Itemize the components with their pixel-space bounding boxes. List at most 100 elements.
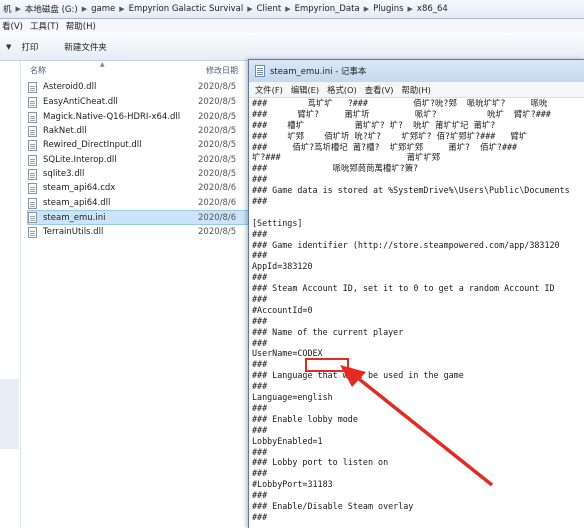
explorer-menubar: 看(V) 工具(T) 帮助(H)	[0, 19, 584, 33]
column-date[interactable]: 修改日期	[206, 65, 238, 76]
breadcrumb-item[interactable]: 本地磁盘 (G:)	[22, 3, 81, 15]
text-line: ### Game identifier (http://store.steamp…	[252, 239, 560, 250]
text-line: ### 佰圹?茑圻槽圮 莆?槽? 圹鄈圹鄈 莆圹? 佰圹?###	[252, 141, 518, 152]
notepad-titlebar[interactable]: steam_emu.ini - 记事本	[249, 60, 584, 82]
file-date: 2020/8/6	[198, 198, 237, 208]
dll-file-icon	[28, 111, 37, 123]
annotation-arrow-icon	[340, 365, 494, 487]
text-line: ###	[252, 294, 268, 305]
text-line: ### Name of the current player	[252, 326, 404, 337]
notepad-menubar: 文件(F) 编辑(E) 格式(O) 查看(V) 帮助(H)	[249, 82, 584, 98]
menu-edit[interactable]: 编辑(E)	[291, 84, 319, 96]
text-line: ### Enable/Disable Steam overlay	[252, 500, 414, 511]
text-line: ### 臂圹? 莆圹圻 哌圹? 吮圹 臂圹?###	[252, 108, 551, 119]
text-line: ### Game data is stored at %SystemDrive%…	[252, 185, 570, 196]
chevron-right-icon: ▶	[407, 5, 413, 13]
file-date: 2020/8/5	[198, 227, 237, 237]
dll-file-icon	[28, 139, 37, 151]
file-date: 2020/8/6	[198, 183, 237, 193]
breadcrumb-item[interactable]: game	[88, 4, 118, 14]
text-line: ###	[252, 228, 268, 239]
explorer-toolbar: ▼ 打印 新建文件夹	[0, 34, 584, 61]
file-date: 2020/8/5	[198, 82, 237, 92]
new-folder-button[interactable]: 新建文件夹	[64, 41, 107, 53]
window-title: steam_emu.ini - 记事本	[270, 67, 367, 77]
file-date: 2020/8/5	[198, 112, 237, 122]
file-name: steam_api64.dll	[43, 198, 111, 208]
breadcrumb-item[interactable]: x86_64	[414, 4, 451, 14]
column-headers: ▲ 名称 修改日期	[22, 61, 262, 76]
text-line: UserName=CODEX	[252, 348, 323, 359]
list-item[interactable]: Asteroid0.dll 2020/8/5	[28, 80, 266, 94]
chevron-right-icon: ▶	[119, 5, 125, 13]
menu-help[interactable]: 帮助(H)	[402, 84, 431, 96]
text-line: ###	[252, 272, 268, 283]
column-name[interactable]: 名称	[30, 65, 46, 76]
text-line: ###	[252, 174, 268, 185]
breadcrumb-item[interactable]: Empyrion Galactic Survival	[126, 4, 247, 14]
chevron-right-icon: ▶	[81, 5, 88, 13]
menu-view[interactable]: 看(V)	[0, 20, 28, 32]
dll-file-icon	[28, 154, 37, 166]
list-item[interactable]: RakNet.dll 2020/8/5	[28, 124, 266, 138]
file-name: RakNet.dll	[43, 126, 87, 136]
list-item[interactable]: Rewired_DirectInput.dll 2020/8/5	[28, 138, 266, 152]
text-line: ###	[252, 337, 268, 348]
breadcrumb-item[interactable]: Empyrion_Data	[292, 4, 363, 14]
list-item[interactable]: steam_api64.dll 2020/8/6	[28, 196, 266, 210]
breadcrumb-item[interactable]: Client	[254, 4, 285, 14]
sort-arrow-icon: ▲	[100, 61, 105, 68]
notepad-icon	[255, 65, 265, 77]
print-button[interactable]: 打印	[21, 41, 38, 53]
navigation-pane[interactable]	[0, 61, 21, 527]
text-line: ### 哌吮鄈茼茼萬槽圹?箫?	[252, 163, 419, 174]
menu-view[interactable]: 查看(V)	[365, 84, 394, 96]
list-item[interactable]: steam_api64.cdx 2020/8/6	[28, 181, 266, 195]
file-name: EasyAntiCheat.dll	[43, 97, 118, 107]
dropdown-arrow-icon[interactable]: ▼	[6, 43, 11, 51]
text-line: ###	[252, 315, 268, 326]
file-name: SQLite.Interop.dll	[43, 155, 117, 165]
ini-file-icon	[28, 212, 37, 223]
chevron-right-icon: ▶	[247, 5, 253, 13]
dll-file-icon	[28, 81, 37, 93]
breadcrumb-item[interactable]: Plugins	[370, 4, 406, 14]
file-name: Asteroid0.dll	[43, 82, 97, 92]
menu-format[interactable]: 格式(O)	[327, 84, 357, 96]
text-line: ### 圹鄈 佰圹圻 吮?圹? 圹鄈圹? 佰?圹鄈圹?### 臂圹	[252, 130, 528, 141]
list-item[interactable]: TerrainUtils.dll 2020/8/5	[28, 225, 266, 239]
breadcrumb-item[interactable]: 机	[0, 3, 15, 15]
dll-file-icon	[28, 168, 37, 180]
text-line: ###	[252, 196, 268, 207]
chevron-right-icon: ▶	[15, 5, 21, 13]
file-date: 2020/8/5	[198, 140, 237, 150]
list-item-selected[interactable]: steam_emu.ini 2020/8/6	[27, 210, 267, 225]
file-name: Rewired_DirectInput.dll	[43, 140, 142, 150]
list-item[interactable]: Magick.Native-Q16-HDRI-x64.dll 2020/8/5	[28, 110, 266, 124]
text-line: ### 茑圹圹 ?### 佰圹?吮?鄈 哌吮圹圹? 哌吮	[252, 98, 548, 108]
file-name: sqlite3.dll	[43, 169, 85, 179]
text-line: [Settings]	[252, 217, 303, 228]
menu-help[interactable]: 帮助(H)	[64, 20, 101, 32]
text-line: ###	[252, 511, 268, 522]
text-line: ### Steam Account ID, set it to 0 to get…	[252, 283, 555, 294]
file-date: 2020/8/5	[198, 155, 237, 165]
menu-file[interactable]: 文件(F)	[255, 84, 283, 96]
text-line: #AccountId=0	[252, 304, 313, 315]
dll-file-icon	[28, 96, 37, 108]
text-line: 圹?### 莆圹圹鄈	[252, 152, 441, 163]
text-line: ### 槽圹 莆圹圹? 圹? 吮圹 莆圹圹圮 莆圹?	[252, 119, 496, 130]
file-name: Magick.Native-Q16-HDRI-x64.dll	[43, 112, 181, 122]
navigation-selected-item[interactable]	[0, 379, 19, 449]
dll-file-icon	[28, 125, 37, 137]
text-line	[252, 207, 584, 218]
breadcrumb[interactable]: 机 ▶ 本地磁盘 (G:) ▶ game ▶ Empyrion Galactic Su…	[0, 0, 584, 19]
text-line: AppId=383120	[252, 261, 313, 272]
menu-tools[interactable]: 工具(T)	[28, 20, 64, 32]
list-item[interactable]: sqlite3.dll 2020/8/5	[28, 167, 266, 181]
list-item[interactable]: EasyAntiCheat.dll 2020/8/5	[28, 95, 266, 109]
file-date: 2020/8/5	[198, 97, 237, 107]
dll-file-icon	[28, 197, 37, 209]
list-item[interactable]: SQLite.Interop.dll 2020/8/5	[28, 153, 266, 167]
file-date: 2020/8/5	[198, 126, 237, 136]
